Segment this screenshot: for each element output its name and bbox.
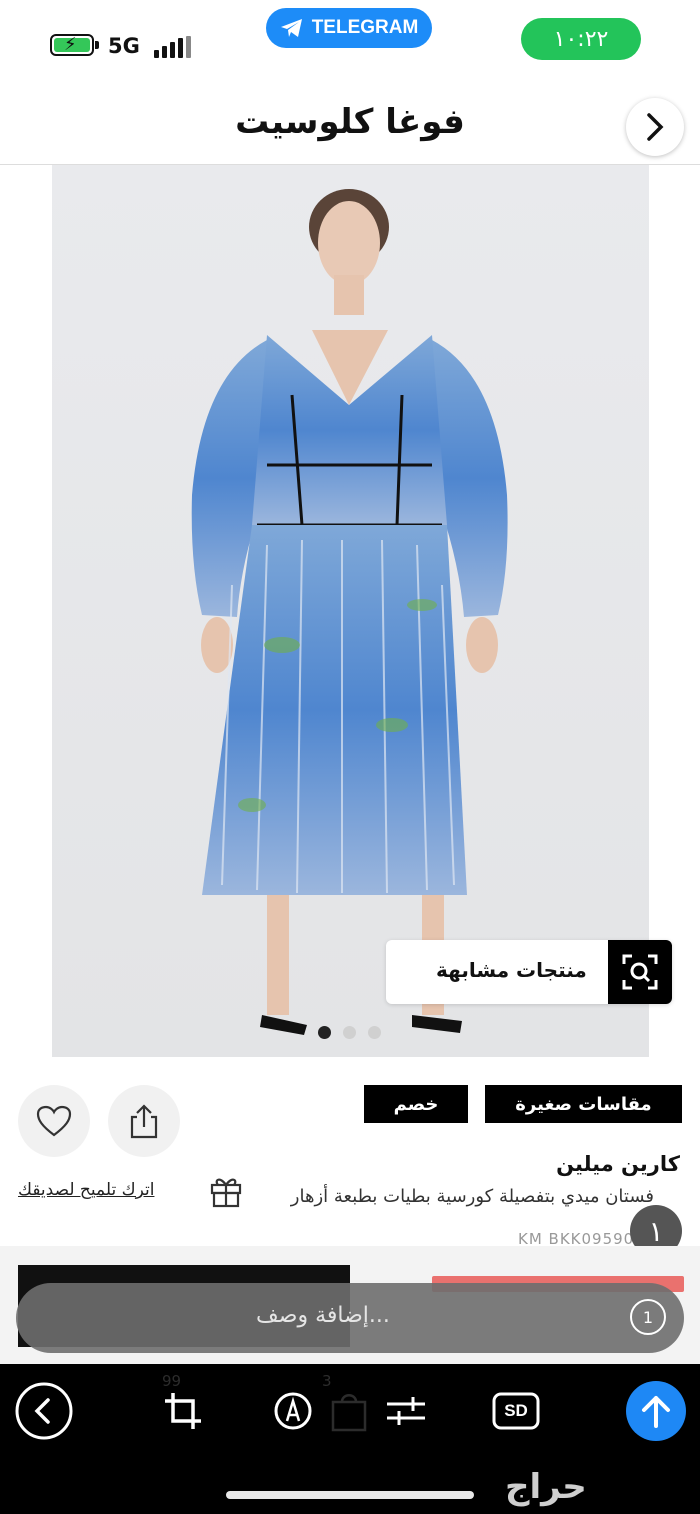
telegram-pill[interactable]: TELEGRAM — [266, 8, 432, 48]
quality-button[interactable]: SD — [487, 1382, 545, 1440]
caption-placeholder: إضافة وصف... — [256, 1303, 390, 1328]
product-image[interactable] — [52, 165, 649, 1057]
bag-icon — [331, 1394, 367, 1432]
brand-name[interactable]: كارين ميلين — [556, 1152, 680, 1176]
crop-button[interactable] — [154, 1382, 212, 1440]
product-description: فستان ميدي بتفصيلة كورسية بطيات بطبعة أز… — [290, 1186, 654, 1207]
telegram-label: TELEGRAM — [311, 17, 419, 38]
pen-icon — [274, 1392, 312, 1430]
page-header: فوغا كلوسيت — [0, 90, 700, 165]
back-button[interactable] — [626, 98, 684, 156]
caption-input[interactable]: إضافة وصف... 1 — [16, 1283, 684, 1353]
crop-icon — [165, 1393, 201, 1429]
chevron-left-icon — [15, 1382, 73, 1440]
image-pagination — [318, 1026, 388, 1040]
pagination-dot-active[interactable] — [318, 1026, 331, 1039]
pagination-dot[interactable] — [343, 1026, 356, 1039]
share-icon — [130, 1104, 158, 1139]
haraj-watermark: حراج — [505, 1467, 587, 1507]
back-circle-button[interactable] — [15, 1382, 73, 1440]
chevron-right-icon — [647, 113, 664, 141]
telegram-icon — [280, 19, 302, 37]
gift-icon — [210, 1178, 242, 1208]
wishlist-button[interactable] — [18, 1085, 90, 1157]
network-label: 5G — [108, 34, 140, 58]
view-once-timer-icon[interactable]: 1 — [630, 1299, 666, 1335]
small-sizes-tag: مقاسات صغيرة — [485, 1085, 682, 1123]
sliders-icon — [387, 1397, 425, 1425]
status-bar: ⚡ 5G TELEGRAM ١٠:٢٢ — [0, 0, 700, 90]
heart-icon — [36, 1105, 72, 1137]
visual-search-icon — [608, 940, 672, 1004]
similar-products-label: منتجات مشابهة — [436, 958, 587, 982]
pagination-dot[interactable] — [368, 1026, 381, 1039]
home-indicator[interactable] — [226, 1491, 474, 1499]
adjust-button[interactable] — [377, 1382, 435, 1440]
page-title: فوغا كلوسيت — [235, 102, 465, 142]
model-dress-illustration — [191, 189, 508, 1035]
friend-hint-link[interactable]: اترك تلميح لصديقك — [18, 1180, 154, 1200]
battery-cap — [95, 41, 99, 49]
discount-tag: خصم — [364, 1085, 468, 1123]
share-button[interactable] — [108, 1085, 180, 1157]
similar-products-button[interactable]: منتجات مشابهة — [386, 940, 672, 1004]
status-time: ١٠:٢٢ — [521, 18, 641, 60]
sd-label: SD — [504, 1401, 528, 1420]
draw-button[interactable] — [264, 1382, 322, 1440]
send-button[interactable] — [626, 1381, 686, 1441]
signal-icon — [154, 36, 192, 58]
faint-count-right: 3 — [322, 1372, 332, 1390]
arrow-up-icon — [642, 1396, 670, 1428]
battery-icon: ⚡ — [50, 34, 94, 56]
